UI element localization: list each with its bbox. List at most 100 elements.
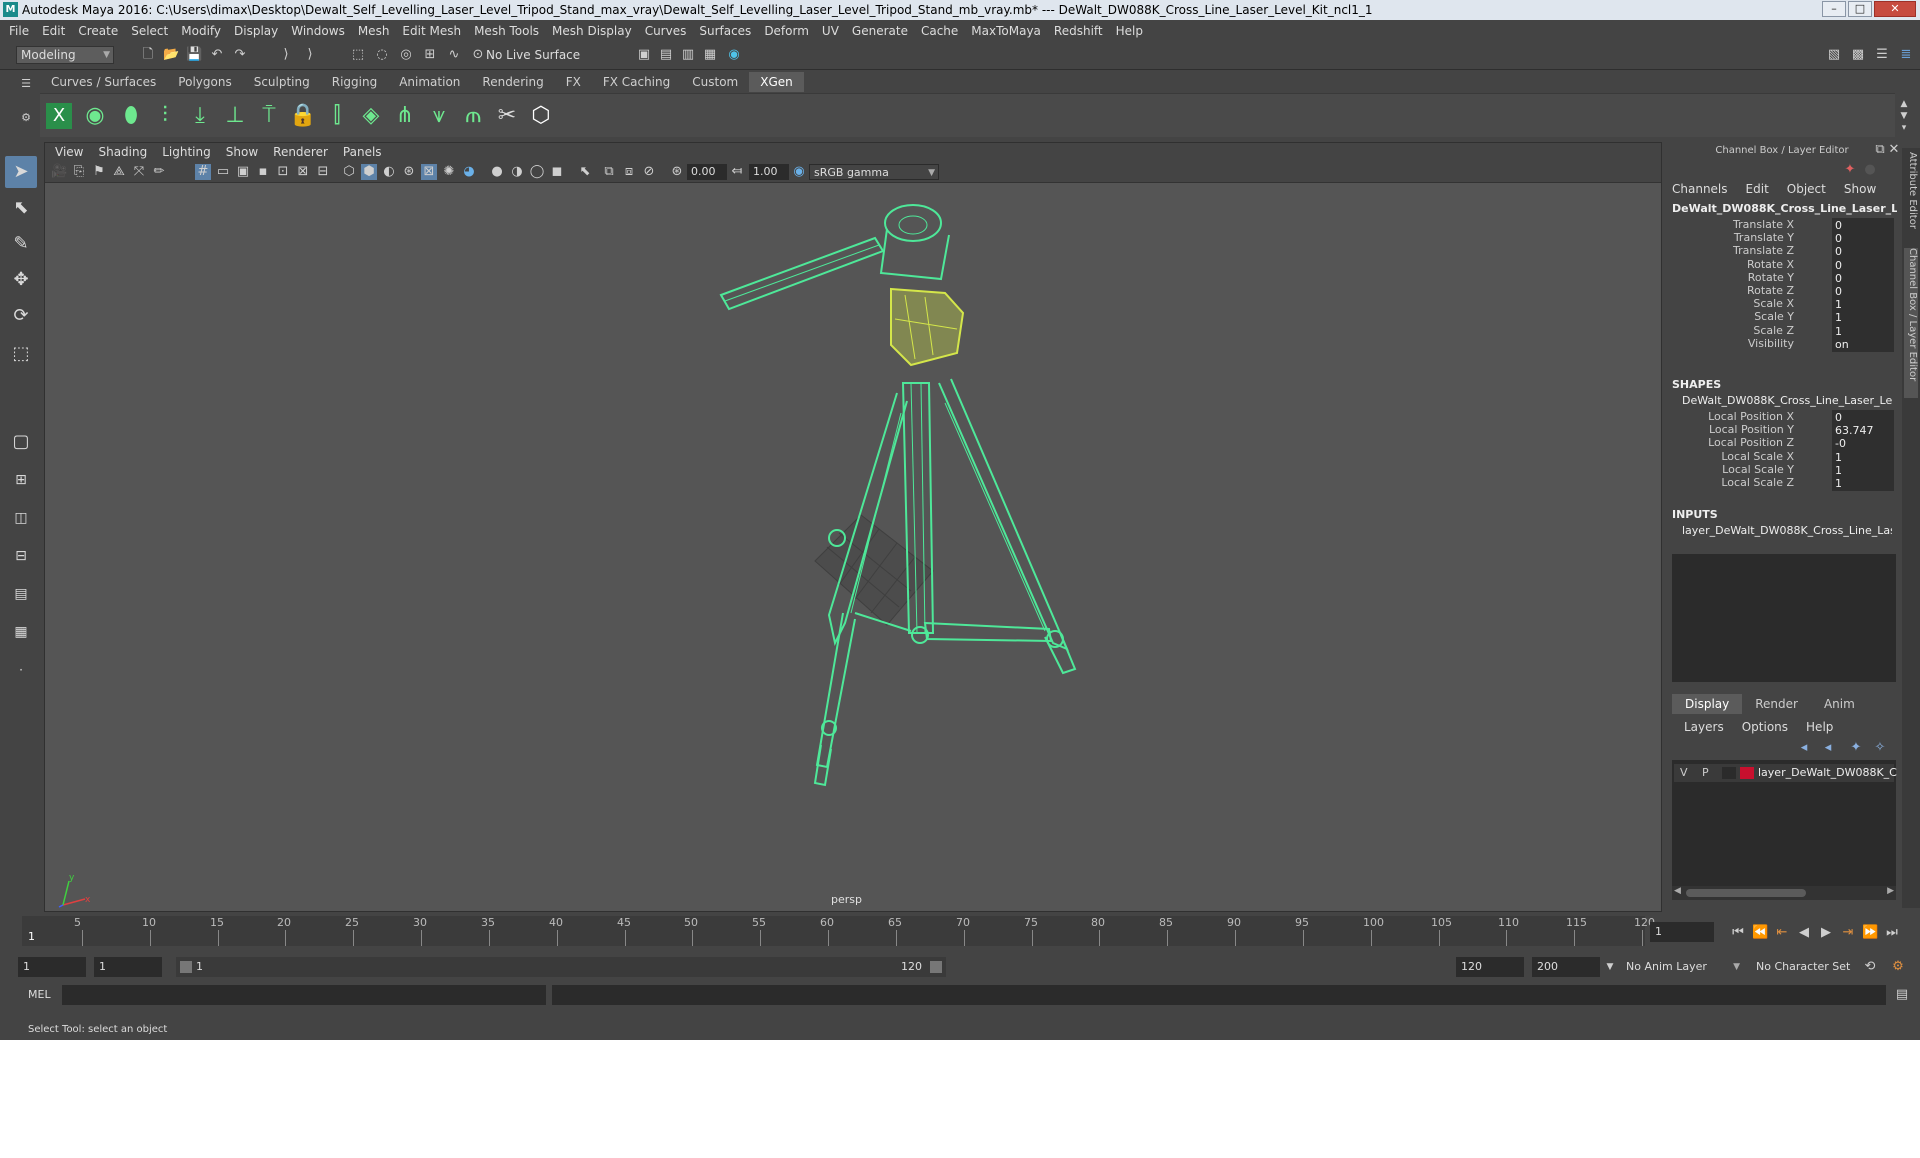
channel-row[interactable]: Visibility on bbox=[1664, 336, 1900, 353]
select-object-icon[interactable]: ◌ bbox=[374, 47, 390, 63]
layout-single-icon[interactable]: ▢ bbox=[5, 426, 37, 458]
layer-tab-render[interactable]: Render bbox=[1742, 694, 1811, 714]
select-component-icon[interactable]: ◎ bbox=[398, 47, 414, 63]
isolate-select-icon[interactable]: ⬉ bbox=[577, 164, 593, 180]
xgen-interactive-groom-icon[interactable]: ⋔ bbox=[390, 101, 420, 131]
render-sequence-icon[interactable]: ▤ bbox=[658, 47, 674, 63]
viewport-menu-panels[interactable]: Panels bbox=[343, 145, 382, 159]
menu-maxtomaya[interactable]: MaxToMaya bbox=[971, 24, 1041, 38]
wireframe-icon[interactable]: ⬡ bbox=[341, 164, 357, 180]
safe-action-icon[interactable]: ⊠ bbox=[295, 164, 311, 180]
xgen-lock-icon[interactable]: 🔒 bbox=[288, 101, 318, 131]
mel-label[interactable]: MEL bbox=[28, 988, 51, 1001]
layer-visibility-toggle[interactable]: V bbox=[1680, 764, 1688, 782]
layer-playback-toggle[interactable]: P bbox=[1702, 764, 1709, 782]
menu-mesh[interactable]: Mesh bbox=[358, 24, 390, 38]
menu-modify[interactable]: Modify bbox=[181, 24, 221, 38]
viewport-menu-renderer[interactable]: Renderer bbox=[273, 145, 328, 159]
snap-point-icon[interactable]: ⊙ bbox=[470, 47, 486, 63]
script-editor-icon[interactable]: ▤ bbox=[1894, 987, 1910, 1003]
menu-windows[interactable]: Windows bbox=[291, 24, 345, 38]
shelf-tab-animation[interactable]: Animation bbox=[388, 72, 471, 92]
panel-layout-icon[interactable]: ▩ bbox=[1850, 47, 1866, 63]
menu-set-icon-2[interactable]: ⟩ bbox=[302, 47, 318, 63]
use-default-material-icon[interactable]: ◐ bbox=[381, 164, 397, 180]
motion-blur-icon[interactable]: ◑ bbox=[509, 164, 525, 180]
close-panel-icon[interactable]: ✕ bbox=[1886, 142, 1902, 158]
layer-tab-anim[interactable]: Anim bbox=[1811, 694, 1868, 714]
menu-select[interactable]: Select bbox=[131, 24, 168, 38]
xgen-add-guide-icon[interactable]: ⤓ bbox=[185, 101, 215, 131]
shadows-icon[interactable]: ◕ bbox=[461, 164, 477, 180]
backface-culling-icon[interactable]: ⊘ bbox=[641, 164, 657, 180]
channel-box-layer-editor-tab[interactable]: Channel Box / Layer Editor bbox=[1904, 248, 1918, 398]
menu-cache[interactable]: Cache bbox=[921, 24, 958, 38]
ipr-render-icon[interactable]: ▥ bbox=[680, 47, 696, 63]
render-frame-icon[interactable]: ▣ bbox=[636, 47, 652, 63]
current-frame-field[interactable]: 1 bbox=[1650, 922, 1714, 942]
command-input[interactable] bbox=[62, 985, 546, 1005]
menu-deform[interactable]: Deform bbox=[764, 24, 809, 38]
colorspace-dropdown[interactable]: sRGB gamma ▼ bbox=[809, 164, 939, 180]
character-set-dropdown[interactable]: No Character Set bbox=[1756, 957, 1866, 977]
scene-3d-view[interactable] bbox=[45, 183, 1661, 891]
undo-icon[interactable]: ↶ bbox=[209, 47, 225, 63]
shelf-tab-polygons[interactable]: Polygons bbox=[167, 72, 242, 92]
rotate-tool-icon[interactable]: ⟳ bbox=[5, 300, 37, 332]
layer-tab-display[interactable]: Display bbox=[1672, 694, 1743, 714]
anim-start-field[interactable]: 1 bbox=[94, 957, 162, 977]
viewport-menu-lighting[interactable]: Lighting bbox=[162, 145, 211, 159]
xgen-rebuild-icon[interactable]: ⍑ bbox=[254, 101, 284, 131]
play-backward-icon[interactable]: ◀ bbox=[1796, 925, 1812, 941]
save-scene-icon[interactable]: 💾 bbox=[186, 47, 202, 63]
shelf-tab-fx[interactable]: FX bbox=[555, 72, 592, 92]
layer-menu-help[interactable]: Help bbox=[1806, 720, 1833, 734]
selected-object-name[interactable]: DeWalt_DW088K_Cross_Line_Laser_Level... bbox=[1672, 202, 1897, 215]
channel-key-icon[interactable]: ✦ bbox=[1842, 162, 1858, 178]
channel-box-toggle-icon[interactable]: ≣ bbox=[1898, 47, 1914, 63]
layer-list-scrollbar[interactable]: ◀ ▶ bbox=[1672, 886, 1896, 900]
layer-menu-options[interactable]: Options bbox=[1742, 720, 1788, 734]
viewport-menu-show[interactable]: Show bbox=[226, 145, 258, 159]
chevron-down-icon[interactable]: ▼ bbox=[1602, 959, 1618, 975]
shelf-tab-custom[interactable]: Custom bbox=[681, 72, 749, 92]
xray-icon[interactable]: ⊠ bbox=[421, 164, 437, 180]
channel-sync-icon[interactable]: ● bbox=[1862, 162, 1878, 178]
shelf-menu-icon[interactable]: ☰ bbox=[18, 76, 34, 92]
exposure-field[interactable]: 0.00 bbox=[687, 164, 727, 180]
step-back-key-icon[interactable]: ⇤ bbox=[1774, 925, 1790, 941]
move-layer-up-icon[interactable]: ◂ bbox=[1796, 740, 1812, 756]
paint-select-tool-icon[interactable]: ✎ bbox=[5, 228, 37, 260]
new-layer-selected-icon[interactable]: ✧ bbox=[1872, 740, 1888, 756]
menu-uv[interactable]: UV bbox=[822, 24, 839, 38]
xgen-layers-icon[interactable]: ◈ bbox=[356, 101, 386, 131]
scroll-left-icon[interactable]: ◀ bbox=[1674, 886, 1681, 896]
menu-mesh-tools[interactable]: Mesh Tools bbox=[474, 24, 539, 38]
layer-type-toggle[interactable] bbox=[1722, 767, 1736, 779]
time-slider[interactable]: 1 5 10 15 20 25 30 35 40 45 50 55 60 65 70 75 80 85 90 95 1… bbox=[0, 912, 1920, 952]
toolbox-more-icon[interactable]: · bbox=[5, 654, 37, 686]
layer-name[interactable]: layer_DeWalt_DW088K_C bbox=[1758, 764, 1897, 782]
shelf-tab-rendering[interactable]: Rendering bbox=[471, 72, 554, 92]
channel-value-field[interactable]: 1 bbox=[1832, 476, 1894, 491]
live-surface-field[interactable]: No Live Surface bbox=[486, 48, 581, 62]
channel-value-field[interactable]: on bbox=[1832, 336, 1894, 352]
shape-node-name[interactable]: DeWalt_DW088K_Cross_Line_Laser_Lev... bbox=[1682, 394, 1892, 407]
move-layer-down-icon[interactable]: ◂ bbox=[1820, 740, 1836, 756]
xgen-cut-icon[interactable]: ✂ bbox=[492, 101, 522, 131]
move-tool-icon[interactable]: ✥ bbox=[5, 264, 37, 296]
shelf-settings-icon[interactable]: ⚙ bbox=[18, 110, 34, 126]
camera-icon[interactable]: 🎥 bbox=[51, 164, 67, 180]
hypershade-icon[interactable]: ◉ bbox=[726, 47, 742, 63]
menu-curves[interactable]: Curves bbox=[645, 24, 687, 38]
input-node-name[interactable]: layer_DeWalt_DW088K_Cross_Line_Las... bbox=[1682, 524, 1892, 537]
xgen-comb-icon[interactable]: ⫙ bbox=[458, 101, 488, 131]
smooth-shade-icon[interactable]: ⬢ bbox=[361, 164, 377, 180]
start-time-field[interactable]: 1 bbox=[18, 957, 86, 977]
go-to-start-icon[interactable]: ⏮ bbox=[1730, 925, 1746, 941]
menu-generate[interactable]: Generate bbox=[852, 24, 908, 38]
channel-row[interactable]: Local Scale Z 1 bbox=[1664, 476, 1900, 492]
step-back-frame-icon[interactable]: ⏪ bbox=[1752, 925, 1768, 941]
new-scene-icon[interactable]: 🗋 bbox=[140, 47, 156, 63]
xray-joints-icon[interactable]: ⧉ bbox=[601, 164, 617, 180]
